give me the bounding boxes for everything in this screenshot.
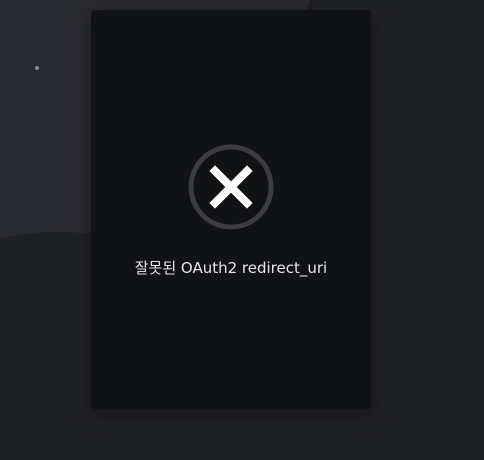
error-message: 잘못된 OAuth2 redirect_uri xyxy=(134,259,328,277)
background-dot xyxy=(35,66,39,70)
error-x-circle-icon xyxy=(188,144,274,230)
error-dialog: 잘못된 OAuth2 redirect_uri xyxy=(91,10,371,409)
app-background: 잘못된 OAuth2 redirect_uri xyxy=(0,0,484,460)
